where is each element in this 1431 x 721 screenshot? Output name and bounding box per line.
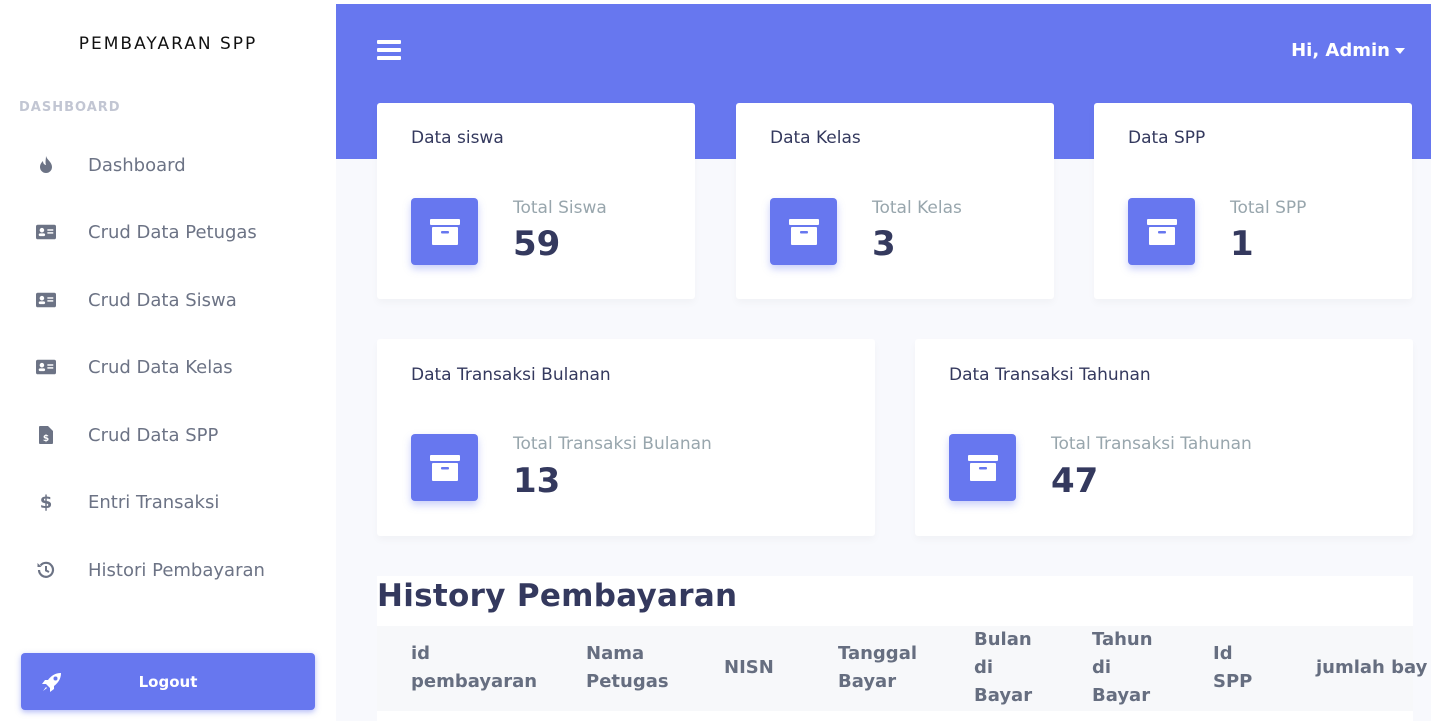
sidebar-item-label: Histori Pembayaran bbox=[88, 559, 265, 581]
history-title: History Pembayaran bbox=[377, 578, 738, 614]
stat-card-siswa: Data siswa Total Siswa 59 bbox=[377, 103, 695, 299]
column-header-tahun-di-bayar[interactable]: Tahun di Bayar bbox=[1092, 626, 1153, 710]
user-dropdown[interactable]: Hi, Admin bbox=[1291, 40, 1405, 61]
card-value: 1 bbox=[1230, 224, 1254, 264]
card-title: Data SPP bbox=[1128, 128, 1206, 148]
stat-card-transaksi-tahunan: Data Transaksi Tahunan Total Transaksi T… bbox=[915, 339, 1413, 536]
archive-icon bbox=[1128, 198, 1195, 265]
column-header-nama-petugas[interactable]: Nama Petugas bbox=[586, 640, 669, 696]
history-section: History Pembayaran id pembayaran Nama Pe… bbox=[377, 576, 1427, 721]
card-title: Data siswa bbox=[411, 128, 504, 148]
fire-icon bbox=[36, 155, 56, 175]
caret-down-icon bbox=[1395, 47, 1405, 54]
stat-card-spp: Data SPP Total SPP 1 bbox=[1094, 103, 1412, 299]
logout-label: Logout bbox=[138, 672, 198, 691]
card-value: 47 bbox=[1051, 461, 1099, 501]
card-value: 13 bbox=[513, 461, 561, 501]
column-header-bulan-di-bayar[interactable]: Bulan di Bayar bbox=[974, 626, 1032, 710]
card-title: Data Transaksi Tahunan bbox=[949, 365, 1151, 385]
card-label: Total Transaksi Tahunan bbox=[1051, 434, 1252, 454]
sidebar-item-dashboard[interactable]: Dashboard bbox=[0, 145, 336, 185]
svg-text:$: $ bbox=[40, 492, 53, 512]
archive-icon bbox=[411, 434, 478, 501]
sidebar-item-histori-pembayaran[interactable]: Histori Pembayaran bbox=[0, 550, 336, 590]
sidebar-item-label: Crud Data Petugas bbox=[88, 221, 257, 243]
card-label: Total Kelas bbox=[872, 198, 962, 218]
logout-button[interactable]: Logout bbox=[21, 653, 315, 710]
stat-card-transaksi-bulanan: Data Transaksi Bulanan Total Transaksi B… bbox=[377, 339, 875, 536]
id-card-icon bbox=[36, 290, 56, 310]
sidebar-item-crud-siswa[interactable]: Crud Data Siswa bbox=[0, 280, 336, 320]
archive-icon bbox=[411, 198, 478, 265]
card-label: Total Siswa bbox=[513, 198, 607, 218]
card-label: Total SPP bbox=[1230, 198, 1307, 218]
stat-card-kelas: Data Kelas Total Kelas 3 bbox=[736, 103, 1054, 299]
sidebar-item-label: Dashboard bbox=[88, 154, 186, 176]
table-header-row: id pembayaran Nama Petugas NISN Tanggal … bbox=[377, 626, 1427, 711]
sidebar-section-dashboard: DASHBOARD bbox=[19, 100, 121, 115]
card-title: Data Kelas bbox=[770, 128, 861, 148]
sidebar-item-label: Crud Data Siswa bbox=[88, 289, 237, 311]
sidebar: PEMBAYARAN SPP DASHBOARD Dashboard Crud … bbox=[0, 4, 336, 721]
archive-icon bbox=[949, 434, 1016, 501]
sidebar-item-label: Entri Transaksi bbox=[88, 491, 220, 513]
id-card-icon bbox=[36, 357, 56, 377]
column-header-id-spp[interactable]: Id SPP bbox=[1213, 640, 1252, 696]
rocket-icon bbox=[41, 671, 63, 693]
file-invoice-dollar-icon: $ bbox=[36, 425, 56, 445]
svg-text:$: $ bbox=[43, 434, 49, 444]
column-header-jumlah-bayar[interactable]: jumlah bay bbox=[1316, 654, 1427, 682]
dollar-sign-icon: $ bbox=[36, 492, 56, 512]
brand-title[interactable]: PEMBAYARAN SPP bbox=[0, 34, 336, 54]
menu-toggle-icon[interactable] bbox=[377, 40, 401, 60]
sidebar-item-entri-transaksi[interactable]: $ Entri Transaksi bbox=[0, 482, 336, 522]
user-greeting: Hi, Admin bbox=[1291, 40, 1390, 61]
card-label: Total Transaksi Bulanan bbox=[513, 434, 712, 454]
card-value: 59 bbox=[513, 224, 561, 264]
sidebar-item-crud-kelas[interactable]: Crud Data Kelas bbox=[0, 347, 336, 387]
history-icon bbox=[36, 560, 56, 580]
sidebar-item-label: Crud Data Kelas bbox=[88, 356, 233, 378]
column-header-tanggal-bayar[interactable]: Tanggal Bayar bbox=[838, 640, 917, 696]
id-card-icon bbox=[36, 222, 56, 242]
sidebar-item-crud-petugas[interactable]: Crud Data Petugas bbox=[0, 212, 336, 252]
column-header-id-pembayaran[interactable]: id pembayaran bbox=[411, 640, 537, 696]
card-value: 3 bbox=[872, 224, 896, 264]
card-title: Data Transaksi Bulanan bbox=[411, 365, 611, 385]
sidebar-item-crud-spp[interactable]: $ Crud Data SPP bbox=[0, 415, 336, 455]
column-header-nisn[interactable]: NISN bbox=[724, 654, 774, 682]
sidebar-item-label: Crud Data SPP bbox=[88, 424, 219, 446]
archive-icon bbox=[770, 198, 837, 265]
